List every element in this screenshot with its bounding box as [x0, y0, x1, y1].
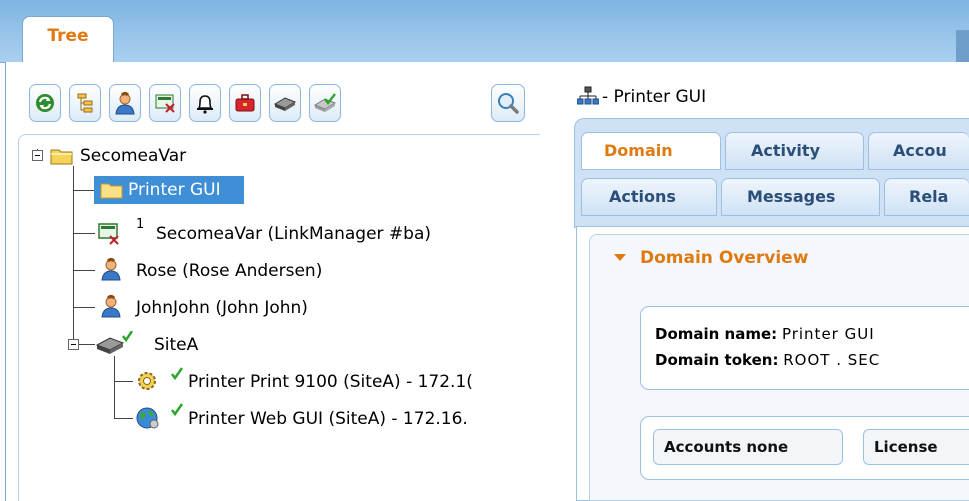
linkmanager-button[interactable]	[149, 84, 181, 122]
tree-view-icon	[77, 93, 93, 113]
tree-line	[114, 381, 133, 382]
accounts-badge[interactable]: Accounts none	[653, 429, 843, 465]
site-device-icon	[273, 97, 297, 111]
tree-line	[73, 270, 95, 271]
alarm-button[interactable]	[189, 84, 221, 122]
license-badge[interactable]: License	[863, 429, 969, 465]
tree-item-printer-gui[interactable]: Printer GUI	[128, 178, 221, 202]
refresh-icon	[36, 94, 54, 112]
domain-token-label: Domain token:	[655, 351, 779, 369]
tree-item-linkmanager[interactable]: SecomeaVar (LinkManager #ba)	[156, 222, 431, 246]
tab-relations[interactable]: Rela	[884, 178, 969, 216]
globe-check-icon	[136, 403, 184, 429]
site-device-button[interactable]	[269, 84, 301, 122]
collapse-triangle-icon[interactable]	[614, 254, 626, 261]
toolbox-button[interactable]	[229, 84, 261, 122]
gear-check-icon	[138, 367, 184, 390]
tab-tree[interactable]: Tree	[22, 16, 114, 62]
tree-item-johnjohn[interactable]: JohnJohn (John John)	[136, 296, 308, 320]
domain-overview-title[interactable]: Domain Overview	[640, 244, 808, 272]
domain-name-label: Domain name:	[655, 325, 778, 343]
search-button[interactable]	[491, 84, 525, 122]
tree-item-sitea[interactable]: SiteA	[154, 333, 198, 357]
tab-actions[interactable]: Actions	[581, 178, 717, 216]
alarm-bell-icon	[197, 95, 213, 114]
site-device-check-button[interactable]	[309, 84, 341, 122]
tab-accounts[interactable]: Accou	[868, 132, 969, 170]
tab-domain[interactable]: Domain	[581, 132, 721, 170]
collapse-toggle-sitea[interactable]	[68, 339, 79, 350]
site-device-icon	[96, 331, 134, 354]
collapse-toggle-root[interactable]	[32, 150, 43, 161]
tree-line	[73, 166, 74, 347]
tab-activity[interactable]: Activity	[725, 132, 864, 170]
tree-item-printer-print-9100[interactable]: Printer Print 9100 (SiteA) - 172.1(	[188, 370, 473, 394]
domain-info-box: Domain name: Printer GUI Domain token: R…	[640, 306, 969, 390]
refresh-button[interactable]	[29, 84, 61, 122]
user-button[interactable]	[109, 84, 141, 122]
tree-line	[73, 233, 95, 234]
toolbox-icon	[235, 94, 255, 112]
user-icon	[115, 92, 135, 115]
tree-line	[114, 356, 115, 418]
network-node-icon	[577, 86, 599, 105]
folder-icon	[50, 149, 73, 165]
tree-line	[73, 190, 95, 191]
linkmanager-icon	[155, 94, 175, 113]
tree-item-rose[interactable]: Rose (Rose Andersen)	[136, 259, 322, 283]
tab-messages[interactable]: Messages	[721, 178, 880, 216]
domain-token-value: ROOT . SEC	[783, 351, 881, 369]
folder-icon	[100, 183, 123, 199]
tree-line	[79, 344, 95, 345]
tree-line	[114, 418, 133, 419]
domain-name-row: Domain name: Printer GUI	[655, 323, 875, 345]
top-tab-bar: Tree	[0, 0, 969, 63]
user-icon	[101, 295, 121, 318]
node-header-title: - Printer GUI	[602, 87, 707, 107]
linkmanager-icon	[98, 223, 119, 245]
magnifier-icon	[498, 93, 519, 114]
tree-item-root[interactable]: SecomeaVar	[80, 144, 186, 168]
tree-line	[73, 307, 95, 308]
domain-name-value: Printer GUI	[781, 325, 875, 343]
domain-stats-box: Accounts none License	[640, 416, 969, 480]
top-bar-scroll-edge	[956, 30, 969, 62]
tree-view-button[interactable]	[69, 84, 101, 122]
link-count-badge: 1	[136, 217, 145, 232]
user-icon	[101, 258, 121, 281]
site-device-check-icon	[313, 93, 337, 112]
tree-item-printer-web-gui[interactable]: Printer Web GUI (SiteA) - 172.16.	[188, 407, 468, 431]
domain-token-row: Domain token: ROOT . SEC	[655, 349, 880, 371]
